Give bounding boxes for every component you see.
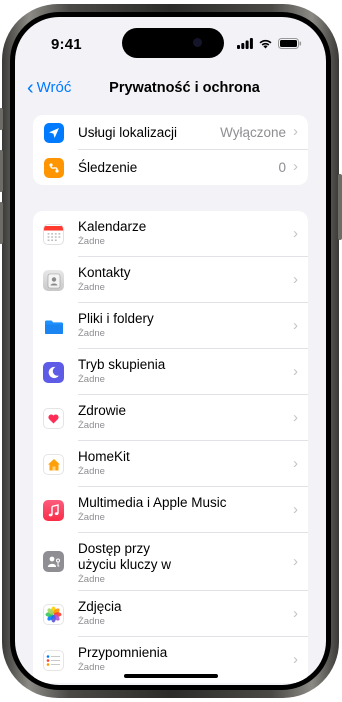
phone-frame: 9:41 ‹ Wróć Prywatność i ochrona Usługi … [0, 4, 342, 698]
calendar-icon [43, 224, 64, 245]
row-title: Dostęp przy [78, 541, 151, 556]
location-arrow-icon [44, 123, 64, 143]
passkey-access-row[interactable]: Dostęp przy użyciu kluczy w Żadne › [33, 533, 308, 591]
location-services-row[interactable]: Usługi lokalizacji Wyłączone › [33, 115, 308, 150]
contacts-text: Kontakty Żadne [78, 265, 278, 293]
health-row[interactable]: Zdrowie Żadne › [33, 395, 308, 441]
row-subtitle: Żadne [78, 616, 105, 627]
row-title: Pliki i foldery [78, 311, 154, 326]
chevron-right-icon: › [293, 363, 298, 380]
chevron-right-icon: › [293, 317, 298, 334]
passkey-access-text: Dostęp przy użyciu kluczy w Żadne [78, 541, 278, 585]
row-title-line-2: użyciu kluczy w [78, 557, 172, 572]
dynamic-island [122, 28, 224, 58]
photos-text: Zdjęcia Żadne [78, 599, 278, 627]
location-services-value: Wyłączone [220, 125, 286, 140]
cellular-signal-icon [237, 37, 253, 49]
row-title: Multimedia i Apple Music [78, 495, 227, 510]
action-button [0, 108, 3, 130]
tracking-row[interactable]: Śledzenie 0 › [33, 150, 308, 185]
volume-up-button [0, 150, 3, 192]
navigation-bar: ‹ Wróć Prywatność i ochrona [15, 73, 326, 103]
tracking-value: 0 [278, 160, 286, 175]
files-folders-text: Pliki i foldery Żadne [78, 311, 278, 339]
system-indicators [237, 37, 302, 49]
location-services-label: Usługi lokalizacji [78, 125, 178, 140]
row-title: HomeKit [78, 449, 130, 464]
contacts-row[interactable]: Kontakty Żadne › [33, 257, 308, 303]
row-title: Zdrowie [78, 403, 127, 418]
row-title: Kalendarze [78, 219, 147, 234]
files-folders-row[interactable]: Pliki i foldery Żadne › [33, 303, 308, 349]
moon-icon [43, 362, 64, 383]
camera-icon [193, 38, 202, 47]
tracking-label: Śledzenie [78, 160, 138, 175]
photos-icon [43, 604, 64, 625]
home-icon [43, 454, 64, 475]
folder-icon [43, 316, 64, 337]
chevron-right-icon: › [293, 123, 298, 140]
row-subtitle: Żadne [78, 374, 105, 385]
homekit-row[interactable]: HomeKit Żadne › [33, 441, 308, 487]
volume-down-button [0, 202, 3, 244]
chevron-right-icon: › [293, 271, 298, 288]
power-button [338, 174, 342, 240]
chevron-right-icon: › [293, 225, 298, 242]
music-note-icon [43, 500, 64, 521]
row-subtitle: Żadne [78, 236, 105, 247]
reminders-text: Przypomnienia Żadne [78, 645, 278, 673]
focus-text: Tryb skupienia Żadne [78, 357, 278, 385]
chevron-right-icon: › [293, 501, 298, 518]
status-bar: 9:41 [15, 17, 326, 59]
chevron-right-icon: › [293, 651, 298, 668]
photos-row[interactable]: Zdjęcia Żadne › [33, 591, 308, 637]
focus-row[interactable]: Tryb skupienia Żadne › [33, 349, 308, 395]
top-settings-group: Usługi lokalizacji Wyłączone › Śledzenie [33, 115, 308, 185]
passkey-icon [43, 551, 64, 572]
row-title: Zdjęcia [78, 599, 122, 614]
health-text: Zdrowie Żadne [78, 403, 278, 431]
chevron-right-icon: › [293, 158, 298, 175]
row-title: Tryb skupienia [78, 357, 166, 372]
row-subtitle: Żadne [78, 512, 105, 523]
chevron-right-icon: › [293, 553, 298, 570]
heart-icon [43, 408, 64, 429]
chevron-right-icon: › [293, 409, 298, 426]
chevron-right-icon: › [293, 605, 298, 622]
chevron-right-icon: › [293, 455, 298, 472]
battery-icon [278, 37, 302, 49]
phone-bezel: 9:41 ‹ Wróć Prywatność i ochrona Usługi … [10, 12, 331, 690]
row-title: Kontakty [78, 265, 131, 280]
calendars-text: Kalendarze Żadne [78, 219, 278, 247]
media-apple-music-text: Multimedia i Apple Music Żadne [78, 495, 278, 523]
row-subtitle: Żadne [78, 420, 105, 431]
contacts-icon [43, 270, 64, 291]
row-subtitle: Żadne [78, 282, 105, 293]
reminders-icon [43, 650, 64, 671]
row-subtitle: Żadne [78, 574, 105, 585]
row-title: Przypomnienia [78, 645, 168, 660]
row-subtitle: Żadne [78, 662, 105, 673]
row-subtitle: Żadne [78, 466, 105, 477]
status-time: 9:41 [51, 36, 82, 53]
tracking-icon [44, 158, 64, 178]
row-subtitle: Żadne [78, 328, 105, 339]
screen: 9:41 ‹ Wróć Prywatność i ochrona Usługi … [15, 17, 326, 685]
app-permissions-group: Kalendarze Żadne › Kontakty Żadne › Plik… [33, 211, 308, 683]
wifi-icon [259, 39, 272, 48]
media-apple-music-row[interactable]: Multimedia i Apple Music Żadne › [33, 487, 308, 533]
home-indicator[interactable] [123, 674, 218, 678]
homekit-text: HomeKit Żadne [78, 449, 278, 477]
calendars-row[interactable]: Kalendarze Żadne › [33, 211, 308, 257]
page-title: Prywatność i ochrona [109, 80, 260, 96]
